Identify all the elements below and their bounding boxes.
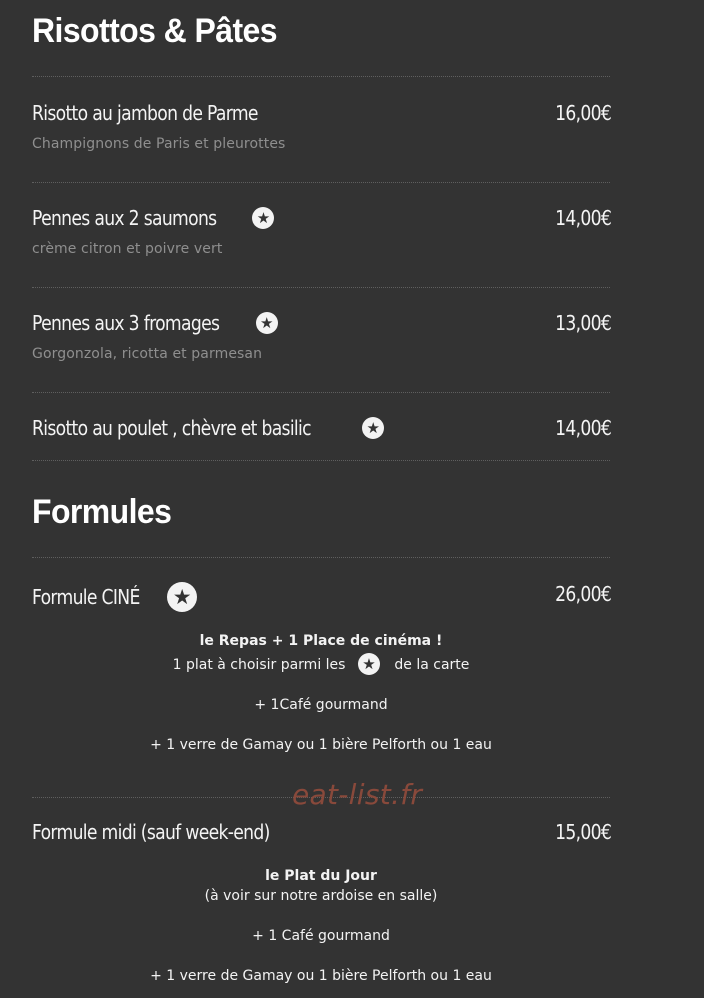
- menu-item-formule-midi: Formule midi (sauf week-end) 15,00€: [32, 820, 612, 850]
- menu-item-price: 14,00€: [554, 206, 612, 230]
- menu-item-name: Pennes aux 2 saumons: [32, 206, 217, 230]
- menu-page: Risottos & Pâtes Risotto au jambon de Pa…: [0, 0, 704, 998]
- menu-item-name-row: Risotto au poulet , chèvre et basilic ★: [32, 416, 385, 440]
- formula-headline-text: le Plat du Jour: [265, 868, 377, 884]
- star-icon: ★: [252, 207, 275, 229]
- menu-item-risotto-poulet: Risotto au poulet , chèvre et basilic ★ …: [32, 416, 612, 446]
- formula-detail-line: + 1 verre de Gamay ou 1 bière Pelforth o…: [150, 737, 492, 753]
- menu-item-name-row: Pennes aux 3 fromages ★: [32, 311, 278, 335]
- item-divider: [32, 287, 610, 288]
- menu-item-name-row: Risotto au jambon de Parme: [32, 101, 295, 125]
- section-divider: [32, 460, 610, 461]
- menu-item-name: Risotto au poulet , chèvre et basilic: [32, 416, 312, 440]
- menu-item-price: 15,00€: [554, 820, 612, 844]
- section-title-formules: Formules: [32, 493, 172, 531]
- menu-item-price: 16,00€: [554, 101, 612, 125]
- formula-headline: le Repas + 1 Place de cinéma !: [32, 631, 610, 651]
- section-title-risottos-pates: Risottos & Pâtes: [32, 12, 278, 50]
- star-icon: ★: [362, 417, 385, 439]
- formula-detail-line: 1 plat à choisir parmi les ★ de la carte: [32, 653, 610, 676]
- menu-item-name-row: Pennes aux 2 saumons ★: [32, 206, 275, 230]
- menu-item-description: Champignons de Paris et pleurottes: [32, 136, 286, 152]
- section-divider: [32, 76, 610, 77]
- menu-item-risotto-jambon: Risotto au jambon de Parme 16,00€ Champi…: [32, 101, 612, 171]
- menu-item-price: 13,00€: [554, 311, 612, 335]
- formula-detail-line: (à voir sur notre ardoise en salle): [204, 888, 438, 904]
- menu-item-description: crème citron et poivre vert: [32, 241, 223, 257]
- menu-item-formule-cine: Formule CINÉ ★ 26,00€: [32, 582, 612, 614]
- item-divider: [32, 392, 610, 393]
- formula-headline-text: le Repas + 1 Place de cinéma !: [199, 633, 443, 649]
- formula-detail-line: + 1 Café gourmand: [252, 928, 390, 944]
- formula-detail-line: + 1Café gourmand: [254, 697, 388, 713]
- watermark-text: eat-list.fr: [292, 778, 423, 811]
- item-divider: [32, 182, 610, 183]
- menu-item-pennes-2-saumons: Pennes aux 2 saumons ★ 14,00€ crème citr…: [32, 206, 612, 276]
- formula-detail-line: + 1 verre de Gamay ou 1 bière Pelforth o…: [150, 968, 492, 984]
- menu-item-pennes-3-fromages: Pennes aux 3 fromages ★ 13,00€ Gorgonzol…: [32, 311, 612, 381]
- menu-item-name-row: Formule midi (sauf week-end): [32, 820, 308, 844]
- star-icon: ★: [167, 582, 198, 612]
- menu-item-price: 14,00€: [554, 416, 612, 440]
- menu-item-description: Gorgonzola, ricotta et parmesan: [32, 346, 263, 362]
- formula-headline: le Plat du Jour: [32, 866, 610, 886]
- star-icon: ★: [255, 312, 278, 334]
- formula-detail-prefix: 1 plat à choisir parmi les: [172, 657, 346, 673]
- menu-item-name: Formule CINÉ: [32, 585, 140, 609]
- star-icon: ★: [357, 653, 380, 675]
- menu-item-name-row: Formule CINÉ ★: [32, 582, 198, 612]
- menu-item-price: 26,00€: [554, 582, 612, 606]
- menu-item-name: Pennes aux 3 fromages: [32, 311, 220, 335]
- menu-item-name: Risotto au jambon de Parme: [32, 101, 259, 125]
- formula-detail-suffix: de la carte: [394, 657, 470, 673]
- menu-item-name: Formule midi (sauf week-end): [32, 820, 270, 844]
- section-divider: [32, 557, 610, 558]
